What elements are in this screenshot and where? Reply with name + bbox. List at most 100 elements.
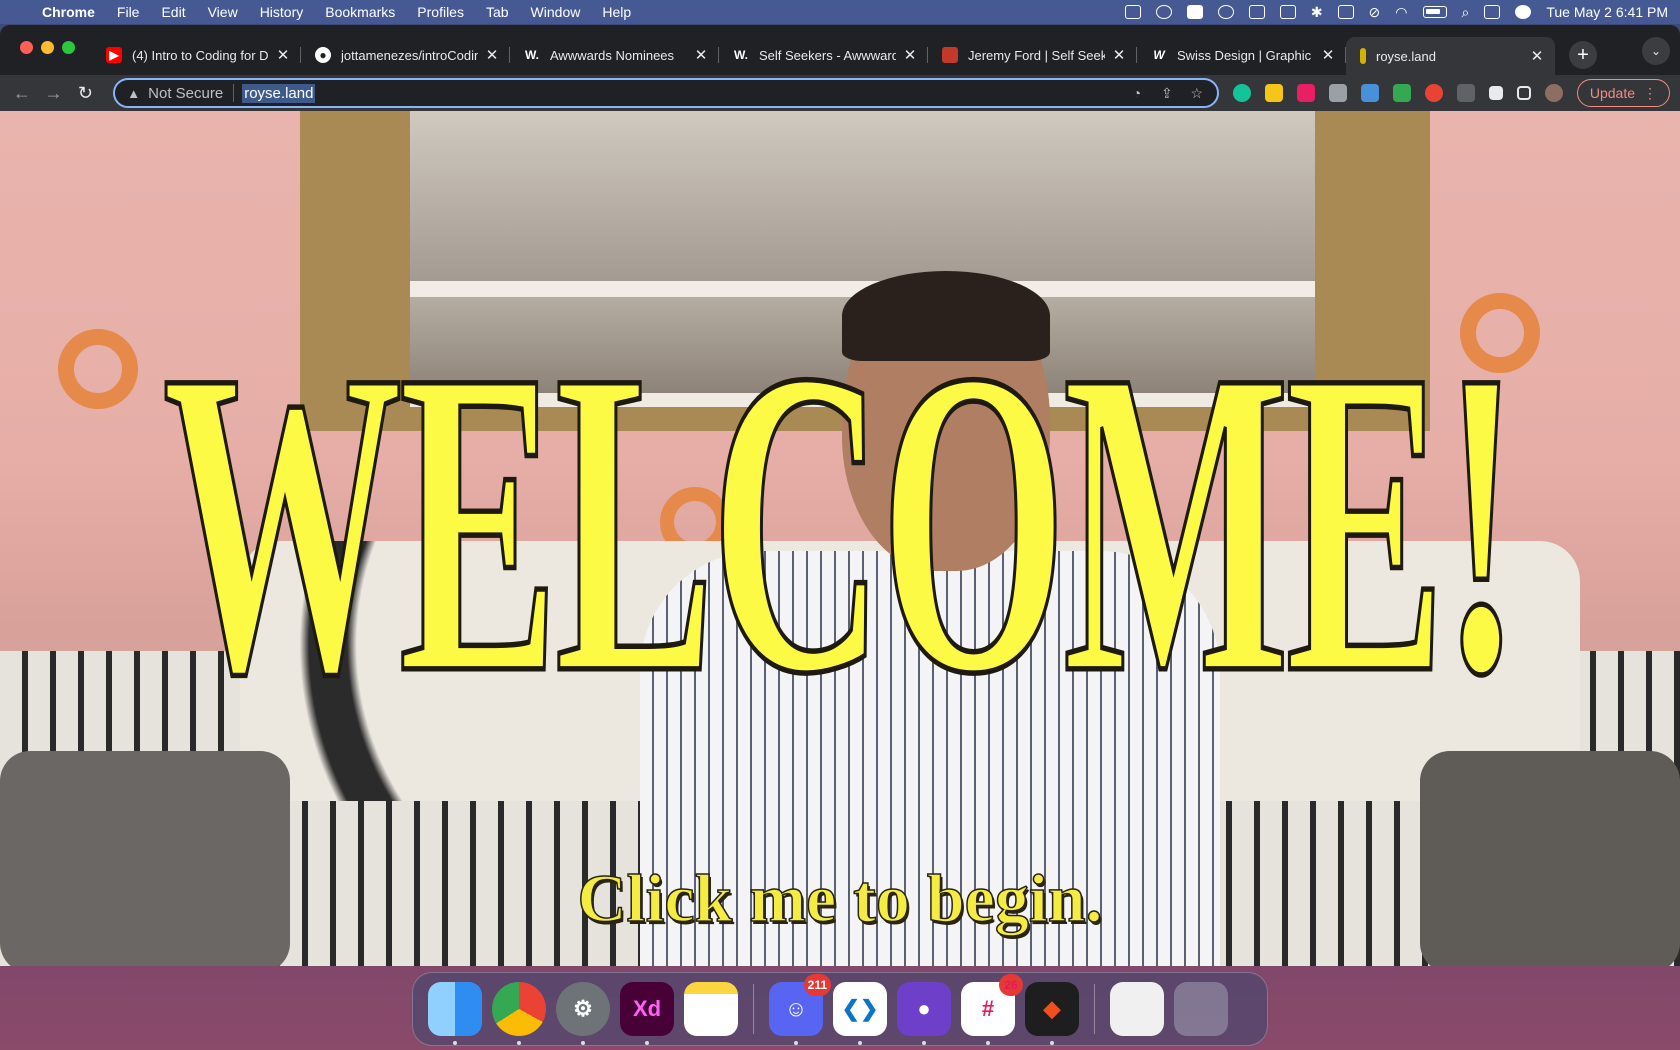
wifi-icon[interactable]: ◠ xyxy=(1395,4,1407,21)
mute-icon[interactable]: ⊘ xyxy=(1369,4,1381,21)
screen-mirroring-icon[interactable] xyxy=(1337,5,1354,19)
cloud-icon[interactable] xyxy=(1186,5,1203,19)
close-tab-icon[interactable]: ✕ xyxy=(1320,46,1336,64)
tab-royse-land[interactable]: royse.land ✕ xyxy=(1346,37,1555,75)
menu-file[interactable]: File xyxy=(117,4,140,20)
begin-link[interactable]: Click me to begin. xyxy=(0,859,1680,938)
address-bar[interactable]: ▲ Not Secure royse.land ◔ ⇪ ☆ xyxy=(113,78,1219,108)
close-tab-icon[interactable]: ✕ xyxy=(902,46,918,64)
tab-search-icon[interactable]: ⌄ xyxy=(1642,37,1670,65)
creative-cloud-icon[interactable] xyxy=(1155,5,1172,19)
tab-jeremy-ford[interactable]: Jeremy Ford | Self Seeker ✕ xyxy=(928,37,1137,73)
menu-bookmarks[interactable]: Bookmarks xyxy=(325,4,395,20)
page-viewport[interactable]: WELCOME! Click me to begin. xyxy=(0,111,1680,966)
camera-icon[interactable] xyxy=(1328,84,1347,102)
zoom-window-button[interactable] xyxy=(62,41,75,54)
menu-tab[interactable]: Tab xyxy=(486,4,509,20)
tab-title: (4) Intro to Coding for De xyxy=(132,47,269,63)
extension-calendar-icon[interactable] xyxy=(1296,84,1315,102)
battery-icon[interactable] xyxy=(1422,6,1447,18)
bookmark-star-icon[interactable]: ☆ xyxy=(1189,85,1205,101)
tab-title: Swiss Design | Graphic De xyxy=(1177,47,1314,63)
more-icon[interactable]: ⋮ xyxy=(1643,85,1657,102)
url-text[interactable]: royse.land xyxy=(242,83,316,103)
page-icon xyxy=(1360,48,1366,64)
grammarly-icon[interactable] xyxy=(1232,84,1251,102)
tab-title: royse.land xyxy=(1376,48,1436,64)
menu-profiles[interactable]: Profiles xyxy=(417,4,464,20)
app-store-icon[interactable] xyxy=(1279,5,1296,19)
tab-self-seekers[interactable]: W. Self Seekers - Awwwards ✕ xyxy=(719,37,928,73)
grammarly-menubar-icon[interactable] xyxy=(1248,5,1265,19)
discord-icon[interactable]: ☺ 211 xyxy=(769,974,831,1045)
spotlight-search-icon[interactable]: ⌕ xyxy=(1462,4,1470,21)
eyedropper-icon[interactable] xyxy=(1456,84,1475,102)
security-label[interactable]: Not Secure xyxy=(148,85,223,102)
extension-shield-icon[interactable] xyxy=(1424,84,1443,102)
performance-icon[interactable]: ◔ xyxy=(1129,85,1145,101)
control-center-icon[interactable] xyxy=(1484,5,1501,19)
dock: ⚙ Xd ☺ 211 ❮❯ ● #26 ◆ xyxy=(412,972,1268,1046)
side-panel-icon[interactable] xyxy=(1516,86,1531,100)
close-tab-icon[interactable]: ✕ xyxy=(1111,46,1127,64)
tab-github[interactable]: ● jottamenezes/introCoding ✕ xyxy=(301,37,510,73)
close-tab-icon[interactable]: ✕ xyxy=(693,46,709,64)
minimize-window-button[interactable] xyxy=(41,41,54,54)
reload-icon[interactable]: ↻ xyxy=(74,81,98,105)
close-tab-icon[interactable]: ✕ xyxy=(275,46,291,64)
back-icon[interactable]: ← xyxy=(10,81,34,105)
new-tab-button[interactable]: + xyxy=(1569,41,1597,69)
trash-icon[interactable] xyxy=(1174,982,1228,1036)
extension-notes-icon[interactable] xyxy=(1264,84,1283,102)
figma-menubar-icon[interactable] xyxy=(1124,5,1141,19)
menu-help[interactable]: Help xyxy=(602,4,631,20)
youtube-icon: ▶ xyxy=(106,47,122,63)
tab-title: Jeremy Ford | Self Seeker xyxy=(968,47,1105,63)
awwwards-icon: W. xyxy=(525,48,539,62)
warning-icon[interactable]: ▲ xyxy=(127,86,140,101)
close-tab-icon[interactable]: ✕ xyxy=(484,46,500,64)
dock-divider xyxy=(753,984,754,1034)
update-button[interactable]: Update ⋮ xyxy=(1576,79,1670,107)
welcome-headline[interactable]: WELCOME! xyxy=(0,300,1680,742)
close-window-button[interactable] xyxy=(20,41,33,54)
adobe-xd-icon[interactable]: Xd xyxy=(620,982,674,1045)
w-icon: W xyxy=(1153,48,1165,62)
page-icon xyxy=(942,47,958,63)
bluetooth-icon[interactable]: ✱ xyxy=(1311,4,1323,21)
tab-awwwards-nominees[interactable]: W. Awwwards Nominees ✕ xyxy=(510,37,719,73)
puzzle-icon[interactable] xyxy=(1488,86,1503,100)
extension-pen-icon[interactable] xyxy=(1392,84,1411,102)
tab-swiss-design[interactable]: W Swiss Design | Graphic De ✕ xyxy=(1137,37,1346,73)
notification-badge: 211 xyxy=(803,974,831,996)
slack-icon[interactable]: #26 xyxy=(961,974,1023,1045)
menu-bar: Chrome File Edit View History Bookmarks … xyxy=(0,0,1680,24)
finder-icon[interactable] xyxy=(428,982,482,1045)
tab-intro-coding[interactable]: ▶ (4) Intro to Coding for De ✕ xyxy=(92,37,301,73)
notification-badge: 26 xyxy=(999,974,1023,996)
share-icon[interactable]: ⇪ xyxy=(1159,85,1175,101)
menu-window[interactable]: Window xyxy=(531,4,581,20)
tab-title: Self Seekers - Awwwards xyxy=(759,47,896,63)
system-settings-icon[interactable]: ⚙ xyxy=(556,982,610,1045)
avatar[interactable] xyxy=(1544,84,1563,102)
menu-history[interactable]: History xyxy=(260,4,304,20)
forward-icon[interactable]: → xyxy=(42,81,66,105)
extension-window-icon[interactable] xyxy=(1360,84,1379,102)
siri-icon[interactable] xyxy=(1515,5,1532,19)
documents-stack-icon[interactable] xyxy=(1110,982,1164,1036)
figma-icon[interactable]: ◆ xyxy=(1025,982,1079,1045)
time-machine-icon[interactable] xyxy=(1217,5,1234,19)
chrome-icon[interactable] xyxy=(492,982,546,1045)
close-tab-icon[interactable]: ✕ xyxy=(1529,47,1545,65)
menu-view[interactable]: View xyxy=(208,4,238,20)
menu-edit[interactable]: Edit xyxy=(161,4,185,20)
vscode-icon[interactable]: ❮❯ xyxy=(833,982,887,1045)
menu-app-name[interactable]: Chrome xyxy=(42,4,95,20)
clock[interactable]: Tue May 2 6:41 PM xyxy=(1546,4,1668,20)
tab-strip: ▶ (4) Intro to Coding for De ✕ ● jottame… xyxy=(0,25,1680,75)
dock-divider xyxy=(1094,984,1095,1034)
github-icon: ● xyxy=(315,47,331,63)
github-desktop-icon[interactable]: ● xyxy=(897,982,951,1045)
notes-icon[interactable] xyxy=(684,982,738,1036)
